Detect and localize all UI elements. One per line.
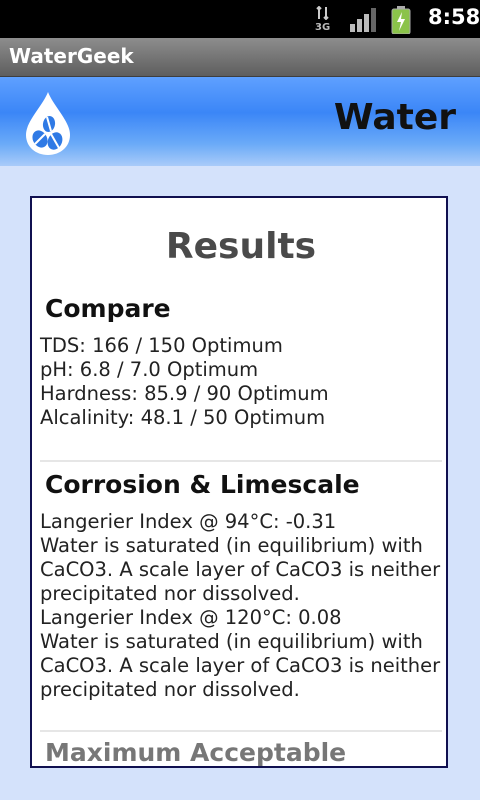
app-title-bar: WaterGeek [0, 38, 480, 77]
result-line: pH: 6.8 / 7.0 Optimum [40, 358, 259, 381]
app-title: WaterGeek [9, 44, 134, 68]
section-heading: Compare [45, 294, 171, 323]
result-line: CaCO3. A scale layer of CaCO3 is neither [40, 558, 441, 581]
result-line: Water is saturated (in equilibrium) with [40, 534, 423, 557]
results-title: Results [165, 226, 317, 267]
compare-section: Compare TDS: 166 / 150 Optimum pH: 6.8 /… [40, 292, 442, 430]
battery-charging-icon [391, 6, 411, 34]
clock-time: 8:58 [428, 5, 480, 29]
result-line: CaCO3. A scale layer of CaCO3 is neither [40, 654, 441, 677]
result-line: precipitated nor dissolved. [40, 678, 300, 701]
results-card[interactable]: Results Compare TDS: 166 / 150 Optimum p… [30, 196, 448, 768]
page-title: Water [333, 97, 456, 138]
water-drop-beans-icon [26, 92, 70, 155]
result-line: Langerier Index @ 94°C: -0.31 [40, 510, 337, 533]
section-divider [40, 730, 442, 732]
result-line: TDS: 166 / 150 Optimum [40, 334, 283, 357]
result-line: Langerier Index @ 120°C: 0.08 [40, 606, 342, 629]
result-line: Hardness: 85.9 / 90 Optimum [40, 382, 329, 405]
status-bar: 3G 8:58 [0, 0, 480, 38]
signal-strength-icon [350, 8, 376, 32]
network-3g-icon: 3G [312, 6, 334, 34]
result-line: Water is saturated (in equilibrium) with [40, 630, 423, 653]
network-type-label: 3G [315, 22, 331, 33]
maximum-acceptable-section: Maximum Acceptable [40, 736, 442, 767]
section-heading: Maximum Acceptable [45, 738, 347, 767]
section-heading: Corrosion & Limescale [45, 470, 360, 499]
corrosion-limescale-section: Corrosion & Limescale Langerier Index @ … [40, 468, 442, 702]
result-line: precipitated nor dissolved. [40, 582, 300, 605]
page-header: Water [0, 77, 480, 166]
result-line: Alcalinity: 48.1 / 50 Optimum [40, 406, 326, 429]
section-divider [40, 460, 442, 462]
